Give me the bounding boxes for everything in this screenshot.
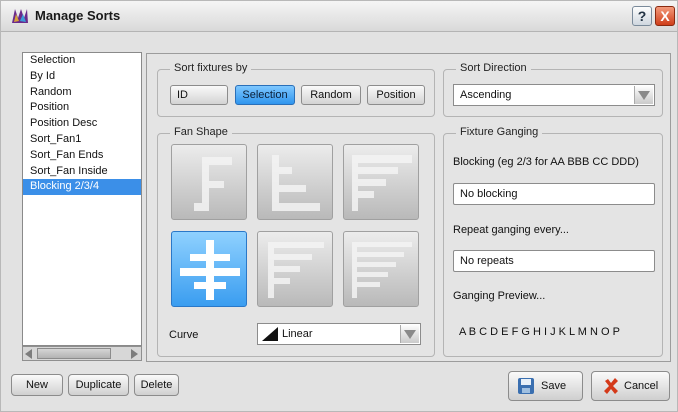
title-bar[interactable]: Manage Sorts ? X [1, 1, 677, 32]
fixture-ganging-group: Fixture Ganging Blocking (eg 2/3 for AA … [443, 126, 663, 357]
sort-by-id-label: ID [177, 89, 188, 101]
sort-direction-group: Sort Direction Ascending [443, 62, 663, 117]
fan-shape-tile-lines[interactable] [343, 231, 419, 307]
fan-cross-shape-icon [180, 240, 240, 300]
fan-ends-shape-icon [272, 155, 320, 211]
sort-list-item[interactable]: Position [23, 100, 141, 116]
blocking-input[interactable]: No blocking [453, 183, 655, 205]
window-title: Manage Sorts [35, 8, 121, 23]
fan-lines-shape-icon [352, 242, 412, 298]
sort-list-item[interactable]: Position Desc [23, 116, 141, 132]
delete-button[interactable]: Delete [134, 374, 179, 396]
fixture-ganging-label: Fixture Ganging [456, 126, 543, 138]
fan-shape-tile-cross-selected[interactable] [171, 231, 247, 307]
sort-by-id-button[interactable]: ID [170, 85, 228, 105]
chevron-down-icon[interactable] [400, 325, 419, 343]
duplicate-button[interactable]: Duplicate [68, 374, 129, 396]
help-button[interactable]: ? [632, 6, 652, 26]
curve-value: Linear [282, 328, 313, 340]
fan-center-shape-icon [194, 157, 232, 211]
cancel-x-icon [604, 378, 618, 394]
sort-list-item[interactable]: Sort_Fan Ends [23, 148, 141, 164]
repeat-ganging-input[interactable]: No repeats [453, 250, 655, 272]
fan-shape-tile-ends[interactable] [257, 144, 333, 220]
sort-list-item[interactable]: Sort_Fan Inside [23, 164, 141, 180]
sort-list-item[interactable]: Random [23, 85, 141, 101]
sort-by-selection-button[interactable]: Selection [235, 85, 295, 105]
curve-dropdown[interactable]: Linear [257, 323, 421, 345]
sort-list-item[interactable]: By Id [23, 69, 141, 85]
scroll-left-arrow-icon[interactable] [25, 349, 32, 359]
sort-list-item-selected[interactable]: Blocking 2/3/4 [23, 179, 141, 196]
close-button[interactable]: X [655, 6, 675, 26]
chevron-down-icon[interactable] [634, 86, 653, 104]
linear-curve-icon [262, 327, 278, 341]
sort-list-item[interactable]: Sort_Fan1 [23, 132, 141, 148]
sort-by-position-button[interactable]: Position [367, 85, 425, 105]
blocking-label: Blocking (eg 2/3 for AA BBB CC DDD) [453, 156, 639, 168]
sort-settings-panel: Sort fixtures by ID Selection Random Pos… [146, 53, 671, 362]
new-button[interactable]: New [11, 374, 63, 396]
sort-direction-value: Ascending [460, 89, 512, 101]
fan-shape-tile-inside[interactable] [343, 144, 419, 220]
sort-fixtures-label: Sort fixtures by [170, 62, 252, 74]
sort-fixtures-group: Sort fixtures by ID Selection Random Pos… [157, 62, 435, 117]
fan-shape-tile-stair[interactable] [257, 231, 333, 307]
ganging-preview-text: A B C D E F G H I J K L M N O P [459, 326, 620, 338]
fan-shape-tile-center[interactable] [171, 144, 247, 220]
save-button[interactable]: Save [508, 371, 583, 401]
cancel-button[interactable]: Cancel [591, 371, 670, 401]
ganging-preview-label: Ganging Preview... [453, 290, 546, 302]
fan-shape-group: Fan Shape Curve Linear [157, 126, 435, 357]
save-label: Save [541, 380, 567, 392]
app-logo-icon [12, 9, 28, 23]
fan-stair-shape-icon [268, 242, 324, 298]
cancel-label: Cancel [624, 380, 659, 392]
sort-by-random-button[interactable]: Random [301, 85, 361, 105]
sort-list[interactable]: Selection By Id Random Position Position… [22, 52, 142, 346]
fan-inside-shape-icon [352, 155, 412, 211]
sort-list-item[interactable]: Selection [23, 53, 141, 69]
scroll-right-arrow-icon[interactable] [131, 349, 138, 359]
sort-direction-label: Sort Direction [456, 62, 531, 74]
manage-sorts-window: Manage Sorts ? X Selection By Id Random … [0, 0, 678, 412]
curve-label: Curve [169, 329, 199, 341]
scrollbar-thumb[interactable] [37, 348, 111, 359]
repeat-ganging-label: Repeat ganging every... [453, 224, 569, 236]
save-disk-icon [518, 378, 534, 394]
fan-shape-label: Fan Shape [170, 126, 232, 138]
list-horizontal-scrollbar[interactable] [22, 346, 142, 361]
sort-direction-dropdown[interactable]: Ascending [453, 84, 655, 106]
